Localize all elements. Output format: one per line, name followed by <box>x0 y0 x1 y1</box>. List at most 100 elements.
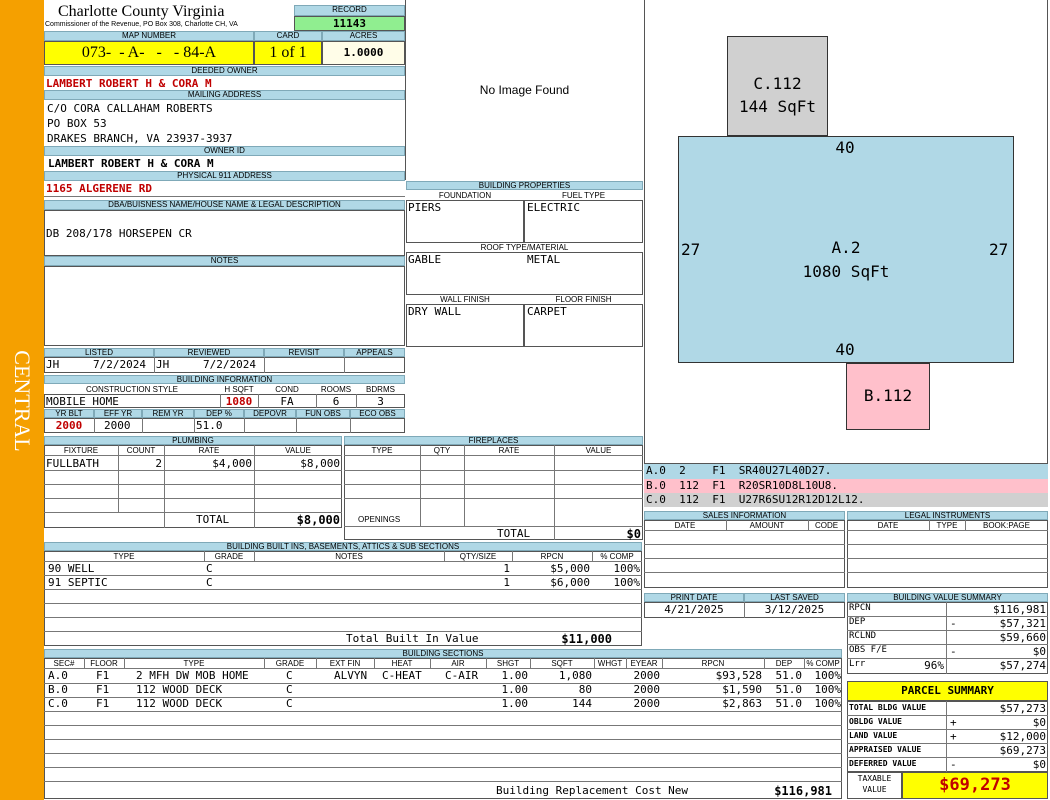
print-date-value: 4/21/2025 <box>644 603 744 616</box>
fireplaces-h-type: TYPE <box>344 446 420 455</box>
builtins-type: 90 WELL <box>48 562 94 575</box>
vs-value: $59,660 <box>948 631 1046 644</box>
sections-total: $116,981 <box>720 784 832 798</box>
appeals-label: APPEALS <box>344 348 405 357</box>
vs-label: Lrr <box>849 659 865 669</box>
roof-material-value: METAL <box>527 253 560 266</box>
vs-label: RCLND <box>849 631 876 641</box>
sec-h-sqft: SQFT <box>530 659 594 668</box>
dep-value: 51.0 <box>196 419 223 432</box>
physical-address-value: 1165 ALGERENE RD <box>46 182 152 195</box>
sec-floor: F1 <box>96 669 109 682</box>
builtins-qty: 1 <box>444 562 510 575</box>
ps-value: $12,000 <box>948 730 1046 743</box>
ps-label: DEFERRED VALUE <box>849 759 916 768</box>
plumbing-h-fixture: FIXTURE <box>44 446 118 455</box>
builtins-rpcn: $5,000 <box>512 562 590 575</box>
vs-value: $0 <box>948 645 1046 658</box>
legal-h-type: TYPE <box>929 521 965 530</box>
builtins-label: BUILDING BUILT INS, BASEMENTS, ATTICS & … <box>44 542 642 551</box>
style-value: MOBILE HOME <box>46 395 119 408</box>
listed-label: LISTED <box>44 348 154 357</box>
hsqft-label: H SQFT <box>220 385 258 394</box>
sec-sec: C.0 <box>48 697 68 710</box>
fuel-value: ELECTRIC <box>527 201 580 214</box>
legal-label: LEGAL INSTRUMENTS <box>847 511 1048 520</box>
taxable-label-1: TAXABLE <box>847 774 902 783</box>
sec-sqft: 1,080 <box>530 669 592 682</box>
sec-eyear: 2000 <box>620 669 660 682</box>
ecoobs-label: ECO OBS <box>350 409 405 418</box>
acres-label: ACRES <box>322 31 405 41</box>
floor-label: FLOOR FINISH <box>524 295 643 304</box>
vs-label: DEP <box>849 617 865 627</box>
bdrms-label: BDRMS <box>356 385 405 394</box>
plumbing-fixture: FULLBATH <box>46 457 99 470</box>
mailing-line2: PO BOX 53 <box>47 117 107 130</box>
sec-eyear: 2000 <box>620 697 660 710</box>
sec-rpcn: $93,528 <box>662 669 762 682</box>
fuel-label: FUEL TYPE <box>524 191 643 200</box>
bdrms-value: 3 <box>356 395 405 408</box>
builtins-comp: 100% <box>592 576 640 589</box>
notes-label: NOTES <box>44 256 405 266</box>
sidebar-label: CENTRAL <box>7 339 37 463</box>
building-properties-label: BUILDING PROPERTIES <box>406 181 643 190</box>
wall-value: DRY WALL <box>408 305 461 318</box>
dim-right: 27 <box>989 240 1008 259</box>
builtins-h-qty: QTY/SIZE <box>444 552 512 561</box>
builtins-type: 91 SEPTIC <box>48 576 108 589</box>
builtins-grade: C <box>206 576 213 589</box>
no-image-text: No Image Found <box>405 83 644 97</box>
sec-dep: 51.0 <box>764 697 802 710</box>
sec-h-whgt: WHGT <box>594 659 626 668</box>
sec-sec: B.0 <box>48 683 68 696</box>
sketch-code-c: C.0 112 F1 U27R6SU12R12D12L12. <box>644 493 1048 507</box>
ps-value: $0 <box>948 758 1046 771</box>
sketch-code-b: B.0 112 F1 R20SR10D8L10U8. <box>644 479 1048 493</box>
reviewed-date: 7/2/2024 <box>203 358 256 371</box>
effyr-label: EFF YR <box>94 409 142 418</box>
print-date-label: PRINT DATE <box>644 593 744 602</box>
record-value: 11143 <box>294 16 405 31</box>
sec-grade: C <box>286 669 293 682</box>
sec-h-grade: GRADE <box>264 659 316 668</box>
taxable-label-2: VALUE <box>847 785 902 794</box>
vs-pct: 96% <box>880 659 944 672</box>
card-value: 1 of 1 <box>254 41 322 65</box>
ps-value: $69,273 <box>948 744 1046 757</box>
sec-sec: A.0 <box>48 669 68 682</box>
sec-h-eyear: EYEAR <box>626 659 662 668</box>
vs-label: OBS F/E <box>849 645 887 655</box>
owner-id-value: LAMBERT ROBERT H & CORA M <box>48 157 214 170</box>
notes-box <box>44 266 405 346</box>
mailing-line1: C/O CORA CALLAHAM ROBERTS <box>47 102 213 115</box>
sec-type: 112 WOOD DECK <box>136 697 222 710</box>
builtins-h-comp: % COMP <box>592 552 642 561</box>
plumbing-value: $8,000 <box>254 457 340 470</box>
ps-label: APPRAISED VALUE <box>849 745 921 754</box>
sec-h-comp: % COMP <box>804 659 842 668</box>
sec-grade: C <box>286 697 293 710</box>
dep-label: DEP % <box>194 409 244 418</box>
map-label: MAP NUMBER <box>44 31 254 41</box>
sec-h-ext: EXT FIN <box>316 659 374 668</box>
section-b-label: B.112 <box>846 386 930 405</box>
roof-box <box>406 252 643 295</box>
sec-type: 112 WOOD DECK <box>136 683 222 696</box>
plumbing-h-value: VALUE <box>254 446 342 455</box>
section-c-label: C.112 <box>727 74 828 93</box>
sec-shgt: 1.00 <box>486 669 528 682</box>
county-title: Charlotte County Virginia <box>58 3 224 21</box>
legal-h-date: DATE <box>847 521 929 530</box>
hsqft-value: 1080 <box>220 395 258 408</box>
vs-value: $57,274 <box>948 659 1046 672</box>
builtins-grade: C <box>206 562 213 575</box>
sec-comp: 100% <box>804 697 841 710</box>
remyr-label: REM YR <box>142 409 194 418</box>
plumbing-total: $8,000 <box>254 513 340 527</box>
plumbing-count: 2 <box>118 457 162 470</box>
plumbing-total-label: TOTAL <box>196 513 229 526</box>
builtins-total-label: Total Built In Value <box>346 632 478 645</box>
sec-h-floor: FLOOR <box>84 659 124 668</box>
